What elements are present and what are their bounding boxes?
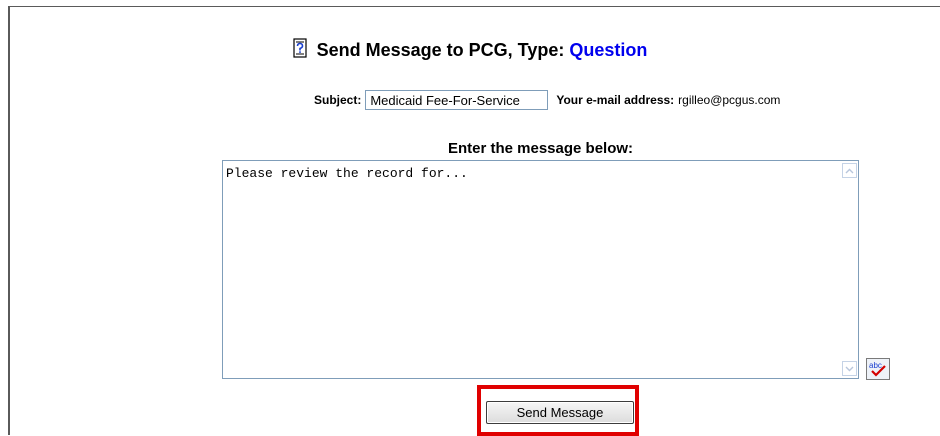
title-text: Send Message to PCG, Type:	[316, 40, 565, 60]
email-label: Your e-mail address:	[556, 93, 675, 107]
svg-text:abc: abc	[869, 361, 882, 370]
scroll-up-button[interactable]	[842, 163, 857, 178]
spellcheck-icon: abc	[869, 361, 886, 377]
chevron-down-icon	[845, 366, 854, 371]
subject-input[interactable]	[365, 90, 549, 110]
message-scrollbar[interactable]	[841, 161, 858, 378]
document-question-icon	[293, 38, 307, 58]
send-message-button[interactable]: Send Message	[486, 401, 634, 424]
scroll-down-button[interactable]	[842, 361, 857, 376]
chevron-up-icon	[845, 168, 854, 173]
email-value: rgilleo@pcgus.com	[678, 93, 781, 107]
subject-row: Subject: Your e-mail address: rgilleo@pc…	[314, 90, 780, 110]
message-heading: Enter the message below:	[447, 140, 634, 157]
page-title: Send Message to PCG, Type: Question	[0, 38, 940, 61]
message-type-value: Question	[569, 40, 648, 60]
spellcheck-button[interactable]: abc	[866, 358, 890, 380]
subject-label: Subject:	[314, 93, 362, 107]
message-text: Please review the record for...	[226, 166, 468, 181]
message-textarea[interactable]: Please review the record for...	[222, 160, 859, 379]
